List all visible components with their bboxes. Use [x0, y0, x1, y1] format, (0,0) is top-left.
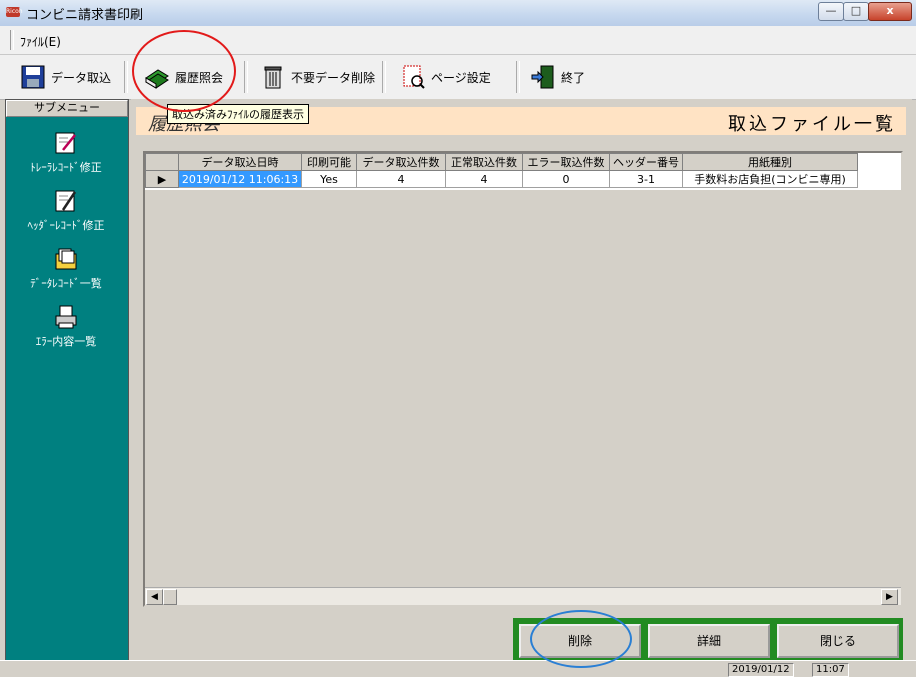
toolbar-separator: [382, 61, 386, 93]
file-list-grid[interactable]: データ取込日時 印刷可能 データ取込件数 正常取込件数 エラー取込件数 ヘッダー…: [143, 151, 903, 607]
scroll-thumb[interactable]: [163, 589, 177, 605]
minimize-button[interactable]: —: [818, 2, 844, 21]
status-date: 2019/01/12: [728, 663, 794, 677]
app-icon: Ricoh: [6, 7, 23, 17]
menu-file[interactable]: ﾌｧｲﾙ(E): [20, 33, 61, 50]
exit-button[interactable]: 終了: [526, 59, 589, 95]
edit-pen-icon: [55, 190, 77, 212]
page-title: 取込ファイル一覧: [728, 114, 896, 135]
blue-highlight-circle: [530, 610, 632, 668]
horizontal-scrollbar[interactable]: ◀ ▶: [145, 587, 901, 605]
table-cell[interactable]: Yes: [301, 170, 357, 188]
sidebar: サブメニュー ﾄﾚｰﾗﾚｺｰﾄﾞ修正 ﾍｯﾀﾞｰﾚｺｰﾄﾞ修正 ﾃﾞｰﾀﾚｺｰﾄ…: [5, 99, 129, 661]
toolbar-separator: [244, 61, 248, 93]
sidebar-item-header-edit[interactable]: ﾍｯﾀﾞｰﾚｺｰﾄﾞ修正: [6, 182, 126, 238]
folder-docs-icon: [55, 248, 77, 270]
row-pointer-icon: ▶: [145, 170, 179, 188]
table-row[interactable]: ▶ 2019/01/12 11:06:13 Yes 4 4 0 3-1 手数料お…: [145, 170, 858, 188]
trash-can-icon: [264, 66, 282, 89]
column-header[interactable]: 正常取込件数: [445, 153, 523, 171]
status-time: 11:07: [812, 663, 849, 677]
column-header[interactable]: ヘッダー番号: [609, 153, 683, 171]
edit-icon: [55, 132, 76, 154]
floppy-disk-icon: [21, 65, 45, 89]
scroll-left-icon[interactable]: ◀: [146, 589, 163, 605]
sidebar-item-label: ﾍｯﾀﾞｰﾚｺｰﾄﾞ修正: [27, 219, 105, 232]
detail-button[interactable]: 詳細: [648, 624, 770, 658]
page-magnifier-icon: [403, 65, 425, 89]
red-highlight-circle: [132, 30, 236, 112]
exit-label: 終了: [561, 70, 586, 85]
column-header[interactable]: データ取込日時: [178, 153, 302, 171]
scroll-right-icon[interactable]: ▶: [881, 589, 898, 605]
close-button[interactable]: 閉じる: [777, 624, 899, 658]
sidebar-item-label: ﾃﾞｰﾀﾚｺｰﾄﾞ一覧: [30, 277, 102, 290]
column-header[interactable]: 用紙種別: [682, 153, 858, 171]
main-content: 履歴照会 取込ファイル一覧 データ取込日時 印刷可能 データ取込件数 正常取込件…: [131, 99, 912, 659]
file-list-table: データ取込日時 印刷可能 データ取込件数 正常取込件数 エラー取込件数 ヘッダー…: [145, 153, 858, 188]
table-cell[interactable]: 4: [445, 170, 523, 188]
maximize-button[interactable]: □: [843, 2, 869, 21]
import-data-button[interactable]: データ取込: [16, 59, 115, 95]
sidebar-item-trailer-edit[interactable]: ﾄﾚｰﾗﾚｺｰﾄﾞ修正: [6, 124, 126, 180]
import-data-label: データ取込: [51, 70, 112, 85]
column-header[interactable]: データ取込件数: [356, 153, 446, 171]
column-header[interactable]: エラー取込件数: [522, 153, 610, 171]
sidebar-item-label: ﾄﾚｰﾗﾚｺｰﾄﾞ修正: [30, 161, 102, 174]
delete-unneeded-label: 不要データ削除: [291, 70, 376, 85]
title-bar: Ricoh コンビニ請求書印刷 — □ x: [0, 0, 916, 27]
window-title: コンビニ請求書印刷: [26, 8, 144, 23]
grid-empty-area: [145, 190, 901, 588]
page-setup-button[interactable]: ページ設定: [396, 59, 495, 95]
row-indicator-header: [145, 153, 179, 171]
table-cell[interactable]: 2019/01/12 11:06:13: [178, 170, 302, 188]
table-cell[interactable]: 手数料お店負担(コンビニ専用): [682, 170, 858, 188]
table-cell[interactable]: 3-1: [609, 170, 683, 188]
status-bar: 2019/01/12 11:07: [0, 660, 916, 677]
printer-icon: [55, 305, 77, 329]
page-setup-label: ページ設定: [431, 70, 491, 85]
toolbar-separator: [516, 61, 520, 93]
delete-unneeded-button[interactable]: 不要データ削除: [256, 59, 379, 95]
table-header-row: データ取込日時 印刷可能 データ取込件数 正常取込件数 エラー取込件数 ヘッダー…: [145, 153, 858, 171]
menu-grip: [10, 30, 14, 50]
toolbar-separator: [124, 61, 128, 93]
exit-door-icon: [531, 65, 554, 89]
column-header[interactable]: 印刷可能: [301, 153, 357, 171]
sidebar-item-error-list[interactable]: ｴﾗｰ内容一覧: [6, 298, 126, 354]
sidebar-item-data-list[interactable]: ﾃﾞｰﾀﾚｺｰﾄﾞ一覧: [6, 240, 126, 296]
sidebar-header: サブメニュー: [6, 100, 128, 117]
sidebar-item-label: ｴﾗｰ内容一覧: [35, 335, 97, 348]
table-cell[interactable]: 4: [356, 170, 446, 188]
table-cell[interactable]: 0: [522, 170, 610, 188]
close-window-button[interactable]: x: [868, 2, 912, 21]
